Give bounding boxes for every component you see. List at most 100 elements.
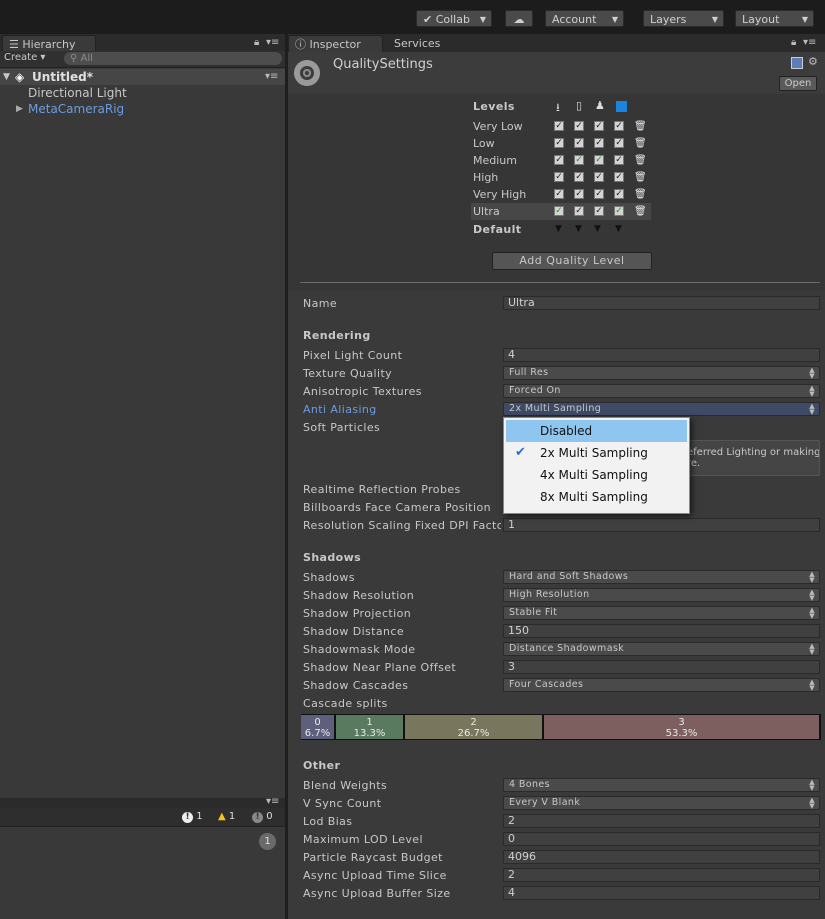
platform-checkbox[interactable]: ✓ xyxy=(614,189,624,199)
platform-checkbox[interactable]: ✓ xyxy=(574,138,584,148)
platform-checkbox[interactable]: ✓ xyxy=(574,155,584,165)
tab-services[interactable]: Services xyxy=(388,35,458,52)
platform-checkbox[interactable]: ✓ xyxy=(574,121,584,131)
quality-level-row[interactable]: Ultra ✓ ✓ ✓ ✓ 🗑︎ xyxy=(471,203,651,220)
vsync-count-dropdown[interactable]: Every V Blank ▲ ▼ xyxy=(503,796,820,810)
platform-checkbox[interactable]: ✓ xyxy=(614,206,624,216)
trash-icon[interactable]: 🗑︎ xyxy=(634,206,647,217)
aa-option-disabled[interactable]: Disabled xyxy=(506,420,687,442)
platform-checkbox[interactable]: ✓ xyxy=(574,172,584,182)
panel-menu-icon[interactable]: ▾≡ xyxy=(803,37,816,48)
quality-level-row[interactable]: Low ✓ ✓ ✓ ✓ 🗑︎ xyxy=(471,135,651,152)
shadow-near-plane-field[interactable]: 3 xyxy=(503,660,820,674)
add-quality-level-button[interactable]: Add Quality Level xyxy=(492,252,652,270)
platform-checkbox[interactable]: ✓ xyxy=(614,172,624,182)
max-lod-level-field[interactable]: 0 xyxy=(503,832,820,846)
hierarchy-item[interactable]: ▶ MetaCameraRig xyxy=(0,101,285,117)
blend-weights-dropdown[interactable]: 4 Bones ▲ ▼ xyxy=(503,778,820,792)
cascade-split-segment[interactable]: 1 13.3% xyxy=(336,715,405,739)
quality-level-row[interactable]: Very Low ✓ ✓ ✓ ✓ 🗑︎ xyxy=(471,118,651,135)
lock-icon[interactable]: 🔒︎ xyxy=(254,37,259,48)
blend-weights-label: Blend Weights xyxy=(303,779,388,792)
platform-checkbox[interactable]: ✓ xyxy=(554,138,564,148)
tab-inspector[interactable]: ⓘ Inspector xyxy=(288,35,383,52)
platform-checkbox[interactable]: ✓ xyxy=(594,121,604,131)
expand-arrow-icon[interactable]: ▼ xyxy=(3,69,10,85)
realtime-reflection-probes-label: Realtime Reflection Probes xyxy=(303,483,461,496)
search-input[interactable]: ⚲ All xyxy=(64,52,282,65)
cloud-button[interactable]: ☁ xyxy=(505,10,533,27)
quality-level-row[interactable]: High ✓ ✓ ✓ ✓ 🗑︎ xyxy=(471,169,651,186)
texture-quality-dropdown[interactable]: Full Res ▲ ▼ xyxy=(503,366,820,380)
platform-checkbox[interactable]: ✓ xyxy=(554,155,564,165)
aa-option-8x[interactable]: 8x Multi Sampling xyxy=(506,486,687,508)
shadow-resolution-dropdown[interactable]: High Resolution ▲ ▼ xyxy=(503,588,820,602)
platform-checkbox[interactable]: ✓ xyxy=(594,206,604,216)
platform-checkbox[interactable]: ✓ xyxy=(594,172,604,182)
resolution-scaling-field[interactable]: 1 xyxy=(503,518,820,532)
default-dropdown-android[interactable]: ▼ xyxy=(594,224,601,234)
shadow-cascades-dropdown[interactable]: Four Cascades ▲ ▼ xyxy=(503,678,820,692)
tab-hierarchy-label: Hierarchy xyxy=(22,38,76,51)
particle-raycast-budget-field[interactable]: 4096 xyxy=(503,850,820,864)
platform-checkbox[interactable]: ✓ xyxy=(574,206,584,216)
trash-icon[interactable]: 🗑︎ xyxy=(634,172,647,183)
platform-checkbox[interactable]: ✓ xyxy=(554,206,564,216)
layers-dropdown[interactable]: Layers ▼ xyxy=(643,10,724,27)
hierarchy-item[interactable]: Directional Light xyxy=(0,85,285,101)
lock-icon[interactable]: 🔒︎ xyxy=(791,37,796,48)
cascade-split-segment[interactable]: 3 53.3% xyxy=(544,715,821,739)
scene-menu-icon[interactable]: ▾≡ xyxy=(265,69,278,85)
platform-checkbox[interactable]: ✓ xyxy=(614,155,624,165)
quality-level-row[interactable]: Medium ✓ ✓ ✓ ✓ 🗑︎ xyxy=(471,152,651,169)
layout-dropdown[interactable]: Layout ▼ xyxy=(735,10,814,27)
cascade-split-segment[interactable]: 0 6.7% xyxy=(301,715,336,739)
name-field[interactable]: Ultra xyxy=(503,296,820,310)
platform-checkbox[interactable]: ✓ xyxy=(574,189,584,199)
pixel-light-count-field[interactable]: 4 xyxy=(503,348,820,362)
default-dropdown-mobile[interactable]: ▼ xyxy=(575,224,582,234)
platform-checkbox[interactable]: ✓ xyxy=(554,189,564,199)
quality-level-row[interactable]: Very High ✓ ✓ ✓ ✓ 🗑︎ xyxy=(471,186,651,203)
shadow-distance-field[interactable]: 150 xyxy=(503,624,820,638)
platform-checkbox[interactable]: ✓ xyxy=(594,155,604,165)
trash-icon[interactable]: 🗑︎ xyxy=(634,121,647,132)
warning-count-toggle[interactable]: ▲ 1 xyxy=(218,810,235,824)
shadowmask-mode-dropdown[interactable]: Distance Shadowmask ▲ ▼ xyxy=(503,642,820,656)
anti-aliasing-dropdown[interactable]: 2x Multi Sampling ▲ ▼ xyxy=(503,402,820,416)
platform-checkbox[interactable]: ✓ xyxy=(614,121,624,131)
platform-checkbox[interactable]: ✓ xyxy=(614,138,624,148)
shadow-projection-dropdown[interactable]: Stable Fit ▲ ▼ xyxy=(503,606,820,620)
platform-checkbox[interactable]: ✓ xyxy=(554,172,564,182)
aa-option-4x[interactable]: 4x Multi Sampling xyxy=(506,464,687,486)
async-upload-buffer-size-field[interactable]: 4 xyxy=(503,886,820,900)
trash-icon[interactable]: 🗑︎ xyxy=(634,155,647,166)
collab-button[interactable]: ✔ Collab ▼ xyxy=(416,10,492,27)
default-dropdown-standalone[interactable]: ▼ xyxy=(555,224,562,234)
platform-checkbox[interactable]: ✓ xyxy=(594,189,604,199)
cascade-split-segment[interactable]: 2 26.7% xyxy=(405,715,544,739)
trash-icon[interactable]: 🗑︎ xyxy=(634,138,647,149)
panel-menu-icon[interactable]: ▾≡ xyxy=(266,37,279,48)
account-dropdown[interactable]: Account ▼ xyxy=(545,10,624,27)
open-button[interactable]: Open xyxy=(779,76,817,91)
lod-bias-field[interactable]: 2 xyxy=(503,814,820,828)
shadows-dropdown[interactable]: Hard and Soft Shadows ▲ ▼ xyxy=(503,570,820,584)
create-button[interactable]: Create ▾ xyxy=(4,52,45,63)
quality-level-name: Very High xyxy=(473,188,527,201)
help-book-icon[interactable] xyxy=(791,57,803,69)
panel-menu-icon[interactable]: ▾≡ xyxy=(266,796,279,807)
error-count-toggle[interactable]: ! 1 xyxy=(182,810,203,824)
async-upload-time-slice-field[interactable]: 2 xyxy=(503,868,820,882)
default-dropdown-windows[interactable]: ▼ xyxy=(615,224,622,234)
tab-hierarchy[interactable]: ☰ Hierarchy xyxy=(2,35,96,52)
message-count-toggle[interactable]: ! 0 xyxy=(252,810,273,824)
scene-row[interactable]: ▼ ◈ Untitled* ▾≡ xyxy=(0,69,285,85)
settings-gear-icon[interactable]: ⚙ xyxy=(808,55,818,68)
expand-arrow-icon[interactable]: ▶ xyxy=(16,101,23,117)
platform-checkbox[interactable]: ✓ xyxy=(554,121,564,131)
anisotropic-dropdown[interactable]: Forced On ▲ ▼ xyxy=(503,384,820,398)
platform-checkbox[interactable]: ✓ xyxy=(594,138,604,148)
trash-icon[interactable]: 🗑︎ xyxy=(634,189,647,200)
aa-option-2x[interactable]: ✔ 2x Multi Sampling xyxy=(506,442,687,464)
